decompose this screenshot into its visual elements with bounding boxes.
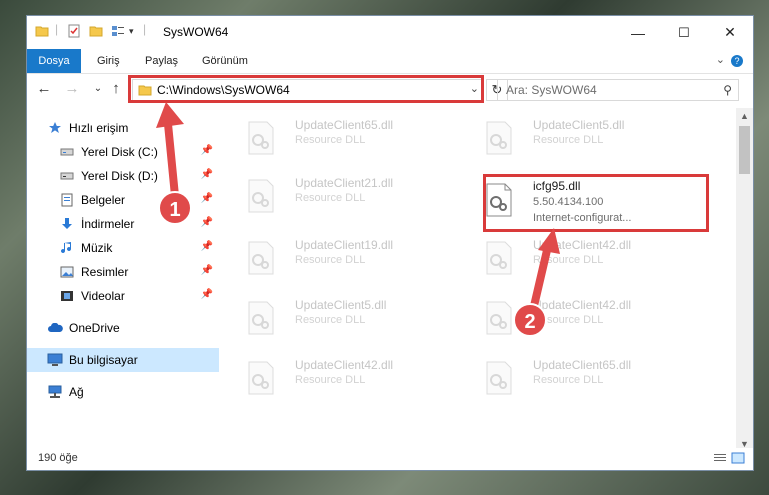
sidebar-item-music[interactable]: Müzik 📌 — [27, 236, 219, 260]
pin-icon[interactable]: 📌 — [201, 241, 213, 252]
scroll-up-icon[interactable]: ▲ — [736, 108, 753, 125]
network-icon — [47, 384, 63, 400]
minimize-button[interactable]: — — [615, 16, 661, 49]
sidebar-item-pictures[interactable]: Resimler 📌 — [27, 260, 219, 284]
pictures-icon — [59, 264, 75, 280]
dll-file-icon — [483, 120, 515, 156]
properties-icon[interactable] — [67, 24, 81, 41]
file-list: UpdateClient65.dll Resource DLL UpdateCl… — [227, 108, 735, 448]
explorer-window: | ▾ | SysWOW64 — ☐ ✕ Dosya Giriş Paylaş … — [26, 15, 754, 471]
help-icon[interactable]: ? — [731, 55, 743, 67]
search-placeholder: Ara: SysWOW64 — [506, 83, 597, 97]
file-tile[interactable]: UpdateClient42.dll Resource DLL — [227, 354, 457, 402]
music-icon — [59, 240, 75, 256]
separator: | — [55, 22, 59, 36]
step-marker-2: 2 — [513, 303, 547, 337]
file-tile[interactable]: UpdateClient5.dll Resource DLL — [227, 294, 457, 342]
file-highlight-box — [483, 174, 709, 232]
large-icons-view-icon[interactable] — [731, 452, 745, 467]
sidebar-item-network[interactable]: Ağ — [27, 380, 219, 404]
file-tile[interactable]: UpdateClient21.dll Resource DLL — [227, 172, 457, 220]
item-count: 190 öğe — [38, 452, 78, 464]
download-icon — [59, 216, 75, 232]
pin-icon[interactable]: 📌 — [201, 265, 213, 276]
up-arrow-icon[interactable]: ↑ — [107, 80, 125, 98]
forward-arrow-icon[interactable]: → — [63, 80, 81, 98]
status-bar: 190 öğe — [27, 448, 753, 470]
file-tile[interactable]: UpdateClient5.dll Resource DLL — [465, 114, 695, 162]
search-input[interactable]: Ara: SysWOW64 ⚲ — [497, 79, 739, 101]
file-tile[interactable]: UpdateClient42.dll Resource DLL — [465, 294, 695, 342]
pin-icon[interactable]: 📌 — [201, 217, 213, 228]
scrollbar-thumb[interactable] — [739, 126, 750, 174]
drive-icon — [59, 168, 75, 184]
ribbon: Dosya Giriş Paylaş Görünüm ⌄ ? — [27, 49, 753, 74]
separator: | — [143, 22, 147, 36]
tab-share[interactable]: Paylaş — [135, 49, 188, 73]
file-tile[interactable]: UpdateClient19.dll Resource DLL — [227, 234, 457, 282]
close-button[interactable]: ✕ — [707, 16, 753, 49]
dll-file-icon — [483, 360, 515, 396]
sidebar-item-onedrive[interactable]: OneDrive — [27, 316, 219, 340]
star-icon — [47, 120, 63, 136]
expand-ribbon-icon[interactable]: ⌄ — [716, 53, 725, 66]
pin-icon[interactable]: 📌 — [201, 169, 213, 180]
file-tile[interactable]: UpdateClient65.dll Resource DLL — [465, 354, 695, 402]
file-tile[interactable]: UpdateClient65.dll Resource DLL — [227, 114, 457, 162]
window-title: SysWOW64 — [163, 25, 229, 39]
computer-icon — [47, 352, 63, 368]
pin-icon[interactable]: 📌 — [201, 289, 213, 300]
vertical-scrollbar[interactable]: ▲ ▼ — [736, 108, 753, 453]
sidebar-item-videos[interactable]: Videolar 📌 — [27, 284, 219, 308]
dll-file-icon — [245, 240, 277, 276]
cloud-icon — [47, 320, 63, 336]
title-bar: | ▾ | SysWOW64 — ☐ ✕ — [27, 16, 753, 49]
drive-icon — [59, 144, 75, 160]
customize-toolbar-icon[interactable]: ▾ — [129, 26, 134, 37]
folder-icon[interactable] — [35, 24, 49, 41]
tab-view[interactable]: Görünüm — [192, 49, 258, 73]
maximize-button[interactable]: ☐ — [661, 16, 707, 49]
file-tile[interactable]: UpdateClient42.dll Resource DLL — [465, 234, 695, 282]
search-icon: ⚲ — [723, 83, 732, 97]
dll-file-icon — [245, 120, 277, 156]
dll-file-icon — [483, 300, 515, 336]
view-switcher — [713, 452, 745, 467]
sidebar-item-this-pc[interactable]: Bu bilgisayar — [27, 348, 219, 372]
video-icon — [59, 288, 75, 304]
tab-home[interactable]: Giriş — [87, 49, 130, 73]
pin-icon[interactable]: 📌 — [201, 193, 213, 204]
dll-file-icon — [245, 360, 277, 396]
pin-icon[interactable]: 📌 — [201, 145, 213, 156]
new-folder-icon[interactable] — [89, 24, 103, 41]
recent-locations-icon[interactable]: ⌄ — [89, 80, 107, 98]
details-view-icon[interactable] — [713, 452, 727, 467]
tab-file[interactable]: Dosya — [27, 49, 81, 73]
document-icon — [59, 192, 75, 208]
dll-file-icon — [245, 178, 277, 214]
quick-access-menu-icon[interactable] — [111, 24, 125, 41]
dll-file-icon — [483, 240, 515, 276]
dll-file-icon — [245, 300, 277, 336]
step-marker-1: 1 — [158, 191, 192, 225]
back-arrow-icon[interactable]: ← — [35, 80, 53, 98]
